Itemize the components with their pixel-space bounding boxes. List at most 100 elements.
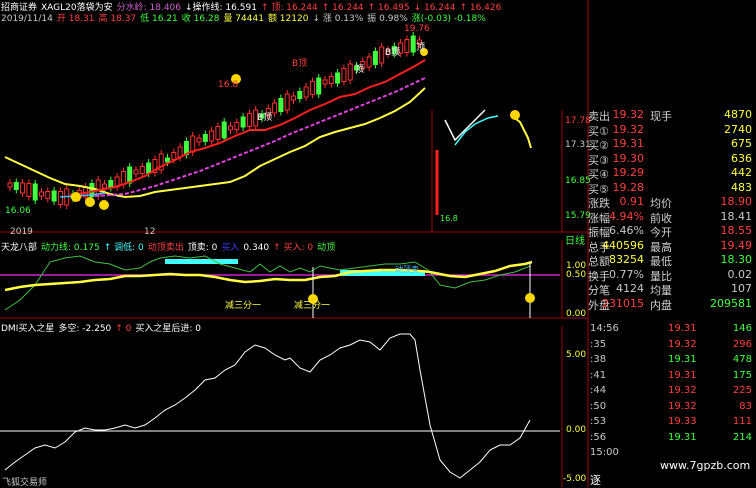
peak-price-label: 19.76 — [404, 24, 430, 34]
tick-time: 14:56 — [590, 323, 619, 334]
low-price-label: 16.06 — [5, 206, 31, 216]
daily-tab[interactable]: 日线 — [565, 232, 585, 247]
candle-body — [341, 68, 347, 82]
candle-body — [139, 166, 145, 174]
candle-body — [39, 191, 44, 197]
ma-white-line-right — [444, 109, 486, 142]
ma-cyan-line-right — [454, 115, 499, 146]
tick-volume: 146 — [732, 323, 752, 334]
sub2-value: 买入之星后进: 0 — [135, 324, 202, 334]
tick-time: :35 — [590, 338, 607, 350]
candle-body — [303, 86, 309, 98]
candle-body — [165, 157, 170, 163]
sub2-axis-1: 5.00 — [566, 350, 587, 360]
candle-body — [272, 102, 278, 114]
tick-volume: 175 — [732, 369, 752, 381]
sub1-value: 动力线: 0.175 — [41, 243, 100, 253]
candle-body — [51, 190, 57, 202]
candle-body — [209, 130, 215, 142]
candle-body — [366, 56, 372, 68]
quote-value-2: 636 — [731, 151, 752, 165]
candle-body — [190, 135, 196, 153]
main-axis-label-1: 17.78 — [565, 116, 591, 126]
sub1-label-3: 动顶卖 — [395, 265, 419, 274]
quote-value-2: 4870 — [724, 108, 752, 121]
sub1-axis-3: 0.00 — [566, 309, 587, 319]
tick-time: :50 — [590, 400, 607, 412]
candle-body — [102, 183, 107, 189]
sub2-axis-2: 0.00 — [566, 425, 587, 435]
tick-volume: 111 — [732, 416, 752, 427]
tick-price: 19.31 — [668, 354, 697, 365]
sub1-label-1: 减三分一 — [225, 301, 262, 311]
candle-body — [228, 125, 233, 131]
tick-time: :41 — [590, 369, 607, 381]
tick-time: :53 — [590, 416, 607, 427]
tick-volume: 83 — [739, 400, 752, 412]
smiley-marker — [85, 197, 95, 207]
dmi-green-line — [4, 255, 531, 311]
sub1-label-2: 减三分一 — [294, 301, 331, 311]
quote-value: 4.94% — [609, 209, 644, 223]
main-axis-label-3: 16.85 — [565, 176, 591, 186]
quote-value: 6.46% — [609, 224, 644, 237]
main-axis-label-4: 15.79 — [565, 211, 591, 221]
mark-label-b-2: B顶 — [292, 59, 308, 69]
tick-row: :56 19.31 214 — [588, 432, 756, 447]
candle-body — [316, 77, 322, 95]
tick-time: :44 — [590, 385, 607, 396]
candle-body — [234, 122, 240, 130]
candle-body — [215, 126, 221, 140]
quote-value-2: 2740 — [724, 122, 752, 136]
quote-value: 0.77% — [609, 267, 644, 281]
tick-row: :35 19.32 296 — [588, 339, 756, 354]
quote-value: 19.30 — [612, 151, 645, 165]
footer-app-name: 飞狐交易师 — [2, 478, 48, 488]
candle-body — [146, 162, 152, 174]
tick-time: :38 — [590, 354, 607, 365]
candle-body — [379, 46, 385, 64]
candle-body — [196, 137, 202, 143]
candle-body — [372, 51, 378, 65]
quote-value-2: 18.55 — [720, 224, 753, 237]
candle-body — [322, 79, 328, 85]
quote-value: 19.32 — [612, 108, 645, 121]
sub2-axis-3: -5.00 — [563, 474, 587, 484]
candle-body — [410, 35, 416, 53]
quote-value-2: 18.90 — [720, 195, 753, 208]
candle-body — [240, 116, 246, 128]
sub1-value: ↑ 调低: 0 — [103, 243, 144, 253]
sub1-value: 顶卖: 0 — [187, 243, 218, 253]
ma-magenta-line — [94, 77, 426, 197]
candle-body — [108, 180, 114, 188]
tick-row: :41 19.31 175 — [588, 370, 756, 385]
tick-footer-label[interactable]: 逐 — [590, 472, 601, 488]
candle-body — [57, 191, 63, 205]
smiley-marker — [525, 293, 535, 303]
sub1-value: 动顶卖出 — [147, 243, 184, 253]
tick-row: :38 19.31 478 — [588, 354, 756, 369]
sub1-header: 天龙八部 动力线: 0.175 ↑ 调低: 0 动顶卖出 顶卖: 0 买入 0.340 ↑ 买… — [1, 240, 343, 253]
quote-value-2: 0.02 — [727, 267, 753, 281]
x-label-month: 12 — [144, 227, 156, 237]
candle-body — [171, 152, 177, 160]
quote-value: 19.32 — [612, 122, 645, 136]
ma-yellow-line-right — [511, 115, 532, 149]
candle-body — [133, 169, 139, 175]
quote-value-2: 18.41 — [720, 209, 753, 223]
sub1-value: 0.340 — [243, 243, 270, 253]
tick-price: 19.31 — [668, 323, 697, 334]
tick-volume: 214 — [732, 431, 752, 443]
candle-body — [120, 171, 126, 185]
tick-row: :44 19.32 225 — [588, 385, 756, 400]
sub1-value: 动顶 — [317, 243, 336, 253]
candle-body — [221, 121, 227, 139]
sub2-title[interactable]: DMI买入之星 — [1, 324, 54, 334]
sub1-axis-2: 0.50 — [566, 270, 587, 280]
candle-body — [284, 93, 290, 111]
sub1-title[interactable]: 天龙八部 — [1, 243, 37, 253]
quote-value-2: 19.49 — [720, 238, 753, 252]
mark-label-top: 顶 — [416, 43, 426, 53]
smiley-marker — [99, 200, 109, 210]
sub1-value: 买入 — [221, 243, 240, 253]
